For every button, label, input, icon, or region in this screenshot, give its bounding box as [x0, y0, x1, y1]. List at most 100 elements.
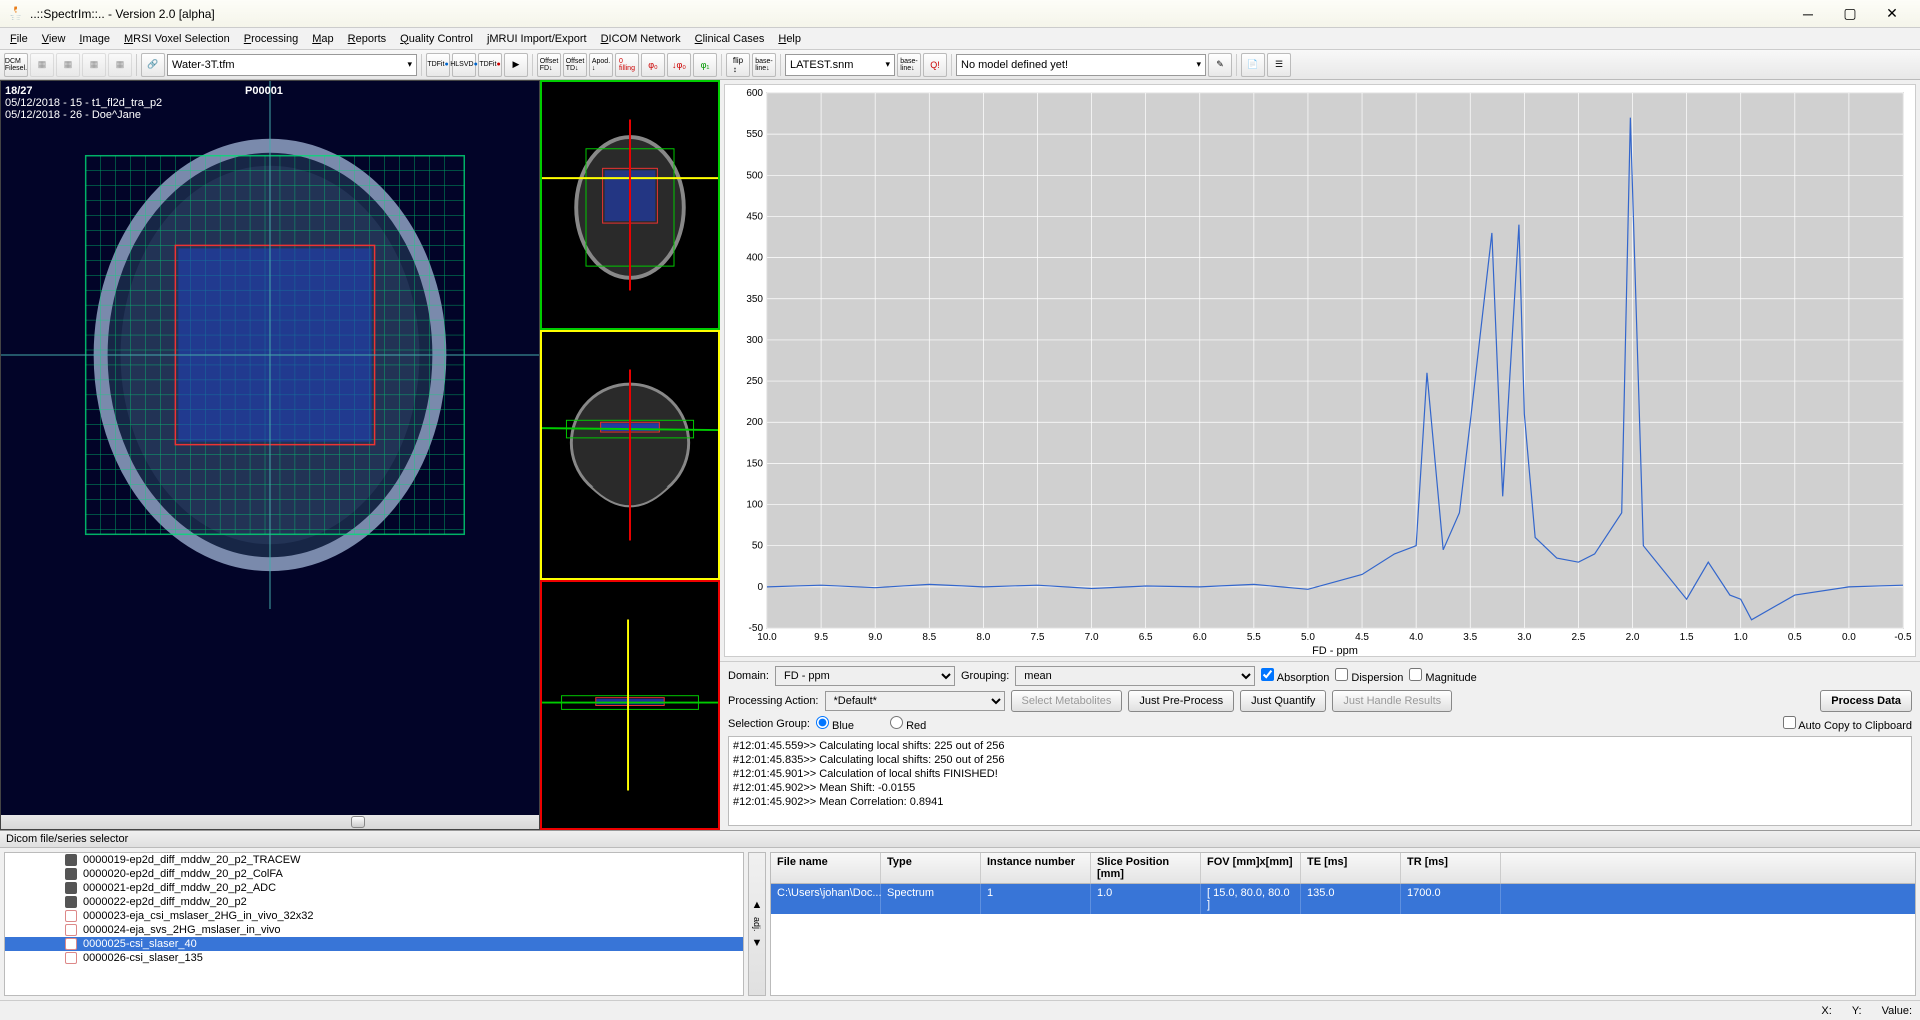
- tb-tdfdfit-1[interactable]: TDFit●: [426, 53, 450, 77]
- series-item[interactable]: 0000019-ep2d_diff_mddw_20_p2_TRACEW: [5, 853, 743, 867]
- grouping-select[interactable]: mean: [1015, 666, 1255, 686]
- titlebar: ..::SpectrIm::.. - Version 2.0 [alpha] ─…: [0, 0, 1920, 28]
- tb-apod[interactable]: Apod.↓: [589, 53, 613, 77]
- tb-offset-fd[interactable]: OffsetFD↓: [537, 53, 561, 77]
- just-handle-results-button[interactable]: Just Handle Results: [1332, 690, 1452, 712]
- menu-clinical-cases[interactable]: Clinical Cases: [689, 31, 771, 47]
- menu-reports[interactable]: Reports: [342, 31, 393, 47]
- select-metabolites-button[interactable]: Select Metabolites: [1011, 690, 1123, 712]
- tb-zero-fill[interactable]: 0filling: [615, 53, 639, 77]
- image-icon: [65, 854, 77, 866]
- series-list[interactable]: 0000019-ep2d_diff_mddw_20_p2_TRACEW00000…: [4, 852, 744, 996]
- tb-tdfdfit-2[interactable]: TDFit●: [478, 53, 502, 77]
- adjust-down-icon[interactable]: ▼: [752, 937, 763, 949]
- spectrum-icon: [65, 938, 77, 950]
- patient-id: P00001: [241, 81, 287, 101]
- dispersion-check[interactable]: Dispersion: [1335, 668, 1403, 684]
- sel-blue-radio[interactable]: Blue: [816, 716, 854, 732]
- viewer-axial-main[interactable]: 18/27 05/12/2018 - 15 - t1_fl2d_tra_p2 0…: [0, 80, 540, 830]
- svg-text:300: 300: [746, 335, 763, 346]
- svg-text:100: 100: [746, 500, 763, 511]
- study-line-2: 05/12/2018 - 26 - Doe^Jane: [5, 109, 162, 121]
- auto-copy-check[interactable]: Auto Copy to Clipboard: [1783, 716, 1912, 732]
- tb-link-icon[interactable]: 🔗: [141, 53, 165, 77]
- table-header[interactable]: File name: [771, 853, 881, 883]
- fitting-model-combo[interactable]: Water-3T.tfm: [167, 54, 417, 76]
- svg-text:7.0: 7.0: [1085, 632, 1099, 643]
- svg-text:-0.5: -0.5: [1894, 632, 1912, 643]
- series-item[interactable]: 0000023-eja_csi_mslaser_2HG_in_vivo_32x3…: [5, 909, 743, 923]
- just-preprocess-button[interactable]: Just Pre-Process: [1128, 690, 1234, 712]
- menu-mrsi-voxel[interactable]: MRSI Voxel Selection: [118, 31, 236, 47]
- mini-view-axial[interactable]: [540, 80, 720, 330]
- tb-phi0-arrow[interactable]: ↓φ₀: [667, 53, 691, 77]
- svg-text:9.5: 9.5: [814, 632, 828, 643]
- table-header[interactable]: Slice Position [mm]: [1091, 853, 1201, 883]
- menu-help[interactable]: Help: [772, 31, 807, 47]
- sel-red-radio[interactable]: Red: [890, 716, 926, 732]
- slice-slider[interactable]: [1, 815, 539, 829]
- tb-flag-icon[interactable]: ▶: [504, 53, 528, 77]
- spectrum-chart[interactable]: -500501001502002503003504004505005506001…: [724, 84, 1916, 657]
- log-area[interactable]: #12:01:45.559>> Calculating local shifts…: [728, 736, 1912, 826]
- just-quantify-button[interactable]: Just Quantify: [1240, 690, 1326, 712]
- table-header[interactable]: Instance number: [981, 853, 1091, 883]
- adjust-up-icon[interactable]: ▲: [752, 899, 763, 911]
- tb-page-icon[interactable]: 📄: [1241, 53, 1265, 77]
- tb-edit-icon[interactable]: ✎: [1208, 53, 1232, 77]
- menu-map[interactable]: Map: [306, 31, 339, 47]
- minimize-button[interactable]: ─: [1788, 2, 1828, 26]
- close-button[interactable]: ✕: [1872, 2, 1912, 26]
- series-item[interactable]: 0000024-eja_svs_2HG_mslaser_in_vivo: [5, 923, 743, 937]
- tb-fileselect[interactable]: DCMFilesel.: [4, 53, 28, 77]
- norm-file-combo[interactable]: LATEST.snm: [785, 54, 895, 76]
- tb-btn-5[interactable]: ▦: [108, 53, 132, 77]
- menu-image[interactable]: Image: [73, 31, 116, 47]
- tb-btn-2[interactable]: ▦: [30, 53, 54, 77]
- tb-btn-3[interactable]: ▦: [56, 53, 80, 77]
- svg-text:4.5: 4.5: [1355, 632, 1369, 643]
- series-item[interactable]: 0000020-ep2d_diff_mddw_20_p2_ColFA: [5, 867, 743, 881]
- tb-baseline2[interactable]: base-line↓: [897, 53, 921, 77]
- menu-processing[interactable]: Processing: [238, 31, 304, 47]
- tb-list-icon[interactable]: ☰: [1267, 53, 1291, 77]
- tb-hlsvd[interactable]: HLSVD●: [452, 53, 476, 77]
- tb-offset-td[interactable]: OffsetTD↓: [563, 53, 587, 77]
- menu-view[interactable]: View: [36, 31, 72, 47]
- series-item[interactable]: 0000021-ep2d_diff_mddw_20_p2_ADC: [5, 881, 743, 895]
- tb-phi0[interactable]: φ₀: [641, 53, 665, 77]
- tb-baseline[interactable]: base-line↓: [752, 53, 776, 77]
- menu-quality-control[interactable]: Quality Control: [394, 31, 479, 47]
- table-header[interactable]: Type: [881, 853, 981, 883]
- model-status-combo[interactable]: No model defined yet!: [956, 54, 1206, 76]
- menu-jmrui[interactable]: jMRUI Import/Export: [481, 31, 593, 47]
- process-data-button[interactable]: Process Data: [1820, 690, 1912, 712]
- series-item[interactable]: 0000025-csi_slaser_40: [5, 937, 743, 951]
- svg-text:3.5: 3.5: [1463, 632, 1477, 643]
- file-table[interactable]: File nameTypeInstance numberSlice Positi…: [770, 852, 1916, 996]
- table-cell: 1700.0: [1401, 884, 1501, 914]
- menu-file[interactable]: File: [4, 31, 34, 47]
- right-panel: -500501001502002503003504004505005506001…: [720, 80, 1920, 830]
- domain-select[interactable]: FD - ppm: [775, 666, 955, 686]
- menu-dicom-network[interactable]: DICOM Network: [595, 31, 687, 47]
- magnitude-check[interactable]: Magnitude: [1409, 668, 1476, 684]
- tb-btn-4[interactable]: ▦: [82, 53, 106, 77]
- maximize-button[interactable]: ▢: [1830, 2, 1870, 26]
- svg-text:50: 50: [752, 541, 764, 552]
- adjust-bar[interactable]: ▲ adj. ▼: [748, 852, 766, 996]
- absorption-check[interactable]: Absorption: [1261, 668, 1329, 684]
- svg-text:600: 600: [746, 88, 763, 99]
- table-header[interactable]: TE [ms]: [1301, 853, 1401, 883]
- series-item[interactable]: 0000026-csi_slaser_135: [5, 951, 743, 965]
- table-header[interactable]: FOV [mm]x[mm]: [1201, 853, 1301, 883]
- mini-view-coronal[interactable]: [540, 330, 720, 580]
- tb-flip[interactable]: flip↕: [726, 53, 750, 77]
- toolbar: DCMFilesel. ▦ ▦ ▦ ▦ 🔗 Water-3T.tfm TDFit…: [0, 50, 1920, 80]
- series-item[interactable]: 0000022-ep2d_diff_mddw_20_p2: [5, 895, 743, 909]
- mini-view-sagittal[interactable]: [540, 580, 720, 830]
- processing-action-select[interactable]: *Default*: [825, 691, 1005, 711]
- tb-qi[interactable]: Q!: [923, 53, 947, 77]
- table-header[interactable]: TR [ms]: [1401, 853, 1501, 883]
- tb-phi1[interactable]: φ₁: [693, 53, 717, 77]
